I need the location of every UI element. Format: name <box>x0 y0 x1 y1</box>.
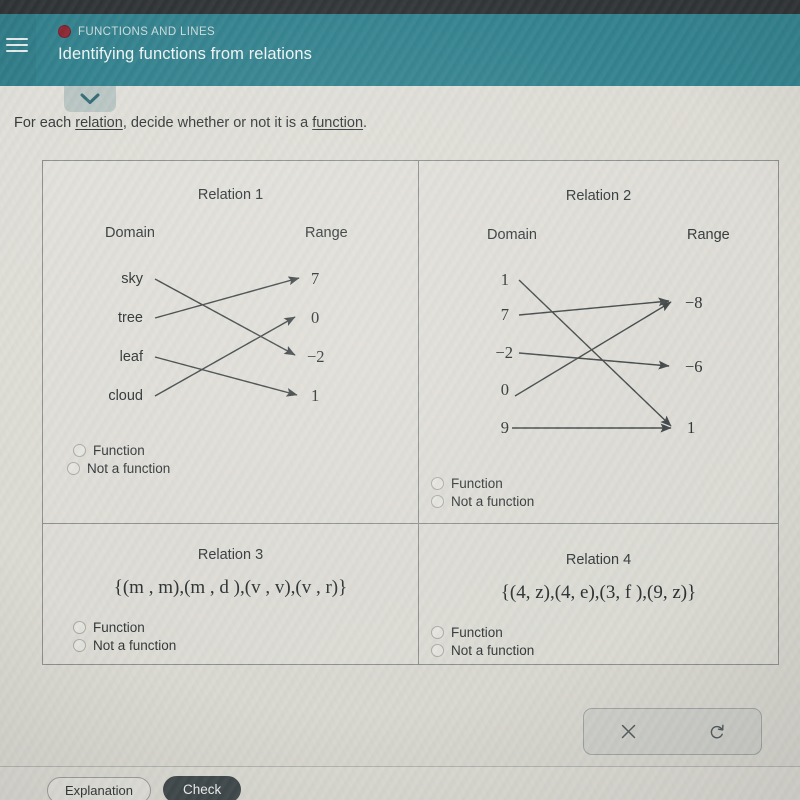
relation-1-cell: Relation 1 Domain Range sky tree leaf cl… <box>43 161 418 523</box>
undo-button[interactable] <box>673 709 762 754</box>
hamburger-menu-icon[interactable] <box>6 38 28 54</box>
undo-refresh-icon <box>710 724 724 738</box>
prompt-part-3: . <box>363 115 368 131</box>
lesson-category: FUNCTIONS AND LINES <box>58 25 215 38</box>
answer-tools <box>583 708 762 755</box>
relation-1-not-a-function-label: Not a function <box>87 461 171 476</box>
radio-icon[interactable] <box>431 495 444 508</box>
radio-icon[interactable] <box>73 639 86 652</box>
relation-3-cell: Relation 3 {(m , m),(m , d ),(v , v),(v … <box>43 524 418 664</box>
relation-1-arrows <box>154 276 300 397</box>
relation-3-choice-function[interactable]: Function <box>73 620 176 635</box>
prompt-part-1: For each <box>14 115 76 131</box>
chevron-down-icon <box>80 93 100 104</box>
radio-icon[interactable] <box>431 626 444 639</box>
page-title: Identifying functions from relations <box>58 45 312 63</box>
worksheet-page: FUNCTIONS AND LINES Identifying function… <box>0 0 800 800</box>
relation-2-arrows <box>512 279 672 433</box>
relation-1-choice-not-a-function[interactable]: Not a function <box>67 461 170 476</box>
relation-4-cell: Relation 4 {(4, z),(4, e),(3, f ),(9, z)… <box>419 524 778 664</box>
relation-4-not-a-function-label: Not a function <box>451 643 535 658</box>
instruction-text: For each relation, decide whether or not… <box>14 115 367 131</box>
relation-1-choices: Function Not a function <box>67 443 170 479</box>
relation-4-set-notation: {(4, z),(4, e),(3, f ),(9, z)} <box>500 582 697 603</box>
relation-3-title: Relation 3 <box>197 547 264 563</box>
collapse-header-tab[interactable] <box>64 86 116 112</box>
relation-3-choice-not-a-function[interactable]: Not a function <box>73 638 176 653</box>
x-close-icon <box>621 724 635 739</box>
check-button[interactable]: Check <box>163 776 242 800</box>
relation-3-not-a-function-label: Not a function <box>93 638 177 653</box>
relation-glossary-link[interactable]: relation <box>75 115 123 131</box>
relation-1-function-label: Function <box>93 443 145 458</box>
relation-4-choice-function[interactable]: Function <box>431 625 534 640</box>
radio-icon[interactable] <box>73 444 86 457</box>
relations-grid: Relation 1 Domain Range sky tree leaf cl… <box>42 160 779 665</box>
relation-2-function-label: Function <box>451 476 503 491</box>
relation-4-choices: Function Not a function <box>431 625 534 661</box>
radio-icon[interactable] <box>73 621 86 634</box>
relation-3-choices: Function Not a function <box>73 620 176 656</box>
radio-icon[interactable] <box>431 644 444 657</box>
relation-2-mapping-diagram: 1 7 −2 0 9 −8 −6 1 <box>419 161 778 481</box>
radio-icon[interactable] <box>67 462 80 475</box>
prompt-part-2: , decide whether or not it is a <box>122 115 313 131</box>
record-circle-icon <box>58 25 71 38</box>
explanation-button[interactable]: Explanation <box>47 777 151 800</box>
relation-3-set-notation: {(m , m),(m , d ),(v , v),(v , r)} <box>113 577 348 598</box>
relation-1-choice-function[interactable]: Function <box>73 443 170 458</box>
clear-button[interactable] <box>584 709 673 754</box>
relation-2-not-a-function-label: Not a function <box>451 494 535 509</box>
radio-icon[interactable] <box>431 477 444 490</box>
screen-bezel-strip <box>0 0 800 14</box>
relation-2-cell: Relation 2 Domain Range 1 7 −2 0 9 −8 −6… <box>419 161 778 523</box>
lesson-category-label: FUNCTIONS AND LINES <box>78 25 216 38</box>
relation-4-choice-not-a-function[interactable]: Not a function <box>431 643 534 658</box>
relation-4-title: Relation 4 <box>565 552 632 568</box>
relation-2-choice-function[interactable]: Function <box>431 476 534 491</box>
relation-1-mapping-diagram: sky tree leaf cloud 7 0 −2 1 <box>43 161 418 461</box>
function-glossary-link[interactable]: function <box>312 115 363 131</box>
relation-3-function-label: Function <box>93 620 145 635</box>
relation-2-choice-not-a-function[interactable]: Not a function <box>431 494 534 509</box>
relation-4-function-label: Function <box>451 625 503 640</box>
relation-2-choices: Function Not a function <box>431 476 534 512</box>
